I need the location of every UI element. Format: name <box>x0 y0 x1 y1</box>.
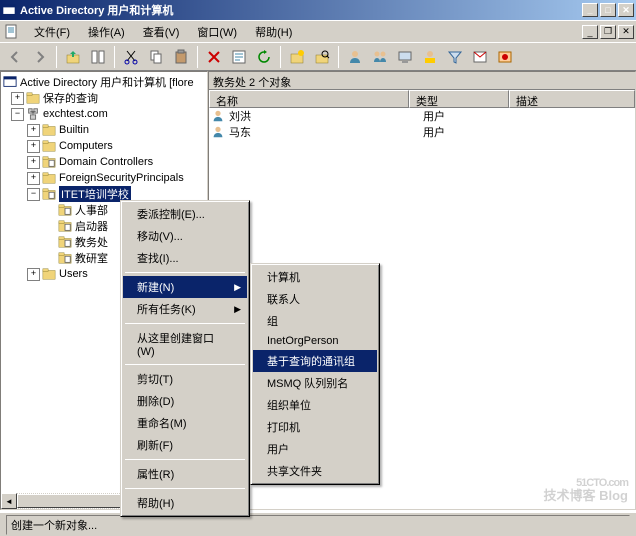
menu-window[interactable]: 窗口(W) <box>189 21 245 43</box>
ctx-new-computer[interactable]: 计算机 <box>253 266 377 288</box>
context-menu: 委派控制(E)... 移动(V)... 查找(I)... 新建(N)▶ 所有任务… <box>120 200 250 517</box>
separator <box>56 46 57 68</box>
list-item[interactable]: 马东 用户 <box>209 124 635 140</box>
separator <box>114 46 115 68</box>
mdi-restore-button[interactable]: ❐ <box>600 25 616 39</box>
list-caption: 教务处 2 个对象 <box>209 72 635 90</box>
tree-saved-queries[interactable]: +保存的查询 <box>3 90 205 106</box>
tree-computers[interactable]: +Computers <box>3 138 205 154</box>
status-text: 创建一个新对象... <box>6 515 630 535</box>
ctx-all-tasks[interactable]: 所有任务(K)▶ <box>123 298 247 320</box>
column-headers: 名称 类型 描述 <box>209 90 635 108</box>
window-title: Active Directory 用户和计算机 <box>20 2 582 18</box>
menu-file[interactable]: 文件(F) <box>26 21 78 43</box>
separator <box>197 46 198 68</box>
toolbar <box>0 42 636 70</box>
context-submenu-new: 计算机 联系人 组 InetOrgPerson 基于查询的通讯组 MSMQ 队列… <box>250 263 380 485</box>
ctx-find[interactable]: 查找(I)... <box>123 247 247 269</box>
copy-button[interactable] <box>145 46 167 68</box>
tree-domain[interactable]: −exchtest.com <box>3 106 205 122</box>
ctx-delegate[interactable]: 委派控制(E)... <box>123 203 247 225</box>
mdi-close-button[interactable]: ✕ <box>618 25 634 39</box>
forward-button[interactable] <box>29 46 51 68</box>
col-header-type[interactable]: 类型 <box>409 90 509 108</box>
separator <box>280 46 281 68</box>
ctx-help[interactable]: 帮助(H) <box>123 492 247 514</box>
up-button[interactable] <box>62 46 84 68</box>
delete-button[interactable] <box>203 46 225 68</box>
menu-action[interactable]: 操作(A) <box>80 21 133 43</box>
ctx-properties[interactable]: 属性(R) <box>123 463 247 485</box>
show-hide-button[interactable] <box>87 46 109 68</box>
separator <box>125 323 245 324</box>
back-button[interactable] <box>4 46 26 68</box>
paste-button[interactable] <box>170 46 192 68</box>
ctx-move[interactable]: 移动(V)... <box>123 225 247 247</box>
ctx-refresh[interactable]: 刷新(F) <box>123 434 247 456</box>
ctx-new-printer[interactable]: 打印机 <box>253 416 377 438</box>
ctx-new-ou[interactable]: 组织单位 <box>253 394 377 416</box>
new-group-button[interactable] <box>369 46 391 68</box>
find-button[interactable] <box>311 46 333 68</box>
separator <box>125 459 245 460</box>
ctx-cut[interactable]: 剪切(T) <box>123 368 247 390</box>
ctx-new-inetorg[interactable]: InetOrgPerson <box>253 332 377 350</box>
separator <box>338 46 339 68</box>
icon-button-2[interactable] <box>494 46 516 68</box>
tree-builtin[interactable]: +Builtin <box>3 122 205 138</box>
new-user-button[interactable] <box>344 46 366 68</box>
close-button[interactable]: ✕ <box>618 3 634 17</box>
separator <box>125 272 245 273</box>
ctx-delete[interactable]: 删除(D) <box>123 390 247 412</box>
window-controls: _ □ ✕ <box>582 3 634 17</box>
minimize-button[interactable]: _ <box>582 3 598 17</box>
user-icon <box>211 125 225 139</box>
ctx-new-user[interactable]: 用户 <box>253 438 377 460</box>
new-contact-button[interactable] <box>419 46 441 68</box>
tree-fsp[interactable]: +ForeignSecurityPrincipals <box>3 170 205 186</box>
ctx-new-msmq[interactable]: MSMQ 队列别名 <box>253 372 377 394</box>
app-icon <box>2 3 16 17</box>
menu-view[interactable]: 查看(V) <box>135 21 188 43</box>
filter-button[interactable] <box>444 46 466 68</box>
ctx-new-group[interactable]: 组 <box>253 310 377 332</box>
separator <box>125 364 245 365</box>
properties-button[interactable] <box>228 46 250 68</box>
new-ou-button[interactable] <box>286 46 308 68</box>
ctx-new-share[interactable]: 共享文件夹 <box>253 460 377 482</box>
user-icon <box>211 109 225 123</box>
title-bar: Active Directory 用户和计算机 _ □ ✕ <box>0 0 636 20</box>
col-header-name[interactable]: 名称 <box>209 90 409 108</box>
menu-bar: 文件(F) 操作(A) 查看(V) 窗口(W) 帮助(H) _ ❐ ✕ <box>0 20 636 42</box>
scroll-left-button[interactable]: ◄ <box>1 493 17 509</box>
maximize-button[interactable]: □ <box>600 3 616 17</box>
tree-root[interactable]: Active Directory 用户和计算机 [flore <box>3 74 205 90</box>
list-item[interactable]: 刘洪 用户 <box>209 108 635 124</box>
ctx-new[interactable]: 新建(N)▶ <box>123 276 247 298</box>
refresh-button[interactable] <box>253 46 275 68</box>
col-header-desc[interactable]: 描述 <box>509 90 635 108</box>
icon-button-1[interactable] <box>469 46 491 68</box>
mdi-minimize-button[interactable]: _ <box>582 25 598 39</box>
ctx-new-contact[interactable]: 联系人 <box>253 288 377 310</box>
submenu-arrow-icon: ▶ <box>234 304 241 315</box>
cut-button[interactable] <box>120 46 142 68</box>
ctx-rename[interactable]: 重命名(M) <box>123 412 247 434</box>
tree-dc[interactable]: +Domain Controllers <box>3 154 205 170</box>
separator <box>125 488 245 489</box>
ctx-new-window[interactable]: 从这里创建窗口(W) <box>123 327 247 361</box>
doc-icon <box>4 24 20 40</box>
submenu-arrow-icon: ▶ <box>234 282 241 293</box>
ctx-new-query-group[interactable]: 基于查询的通讯组 <box>253 350 377 372</box>
menu-help[interactable]: 帮助(H) <box>247 21 300 43</box>
new-computer-button[interactable] <box>394 46 416 68</box>
status-bar: 创建一个新对象... <box>0 512 636 536</box>
